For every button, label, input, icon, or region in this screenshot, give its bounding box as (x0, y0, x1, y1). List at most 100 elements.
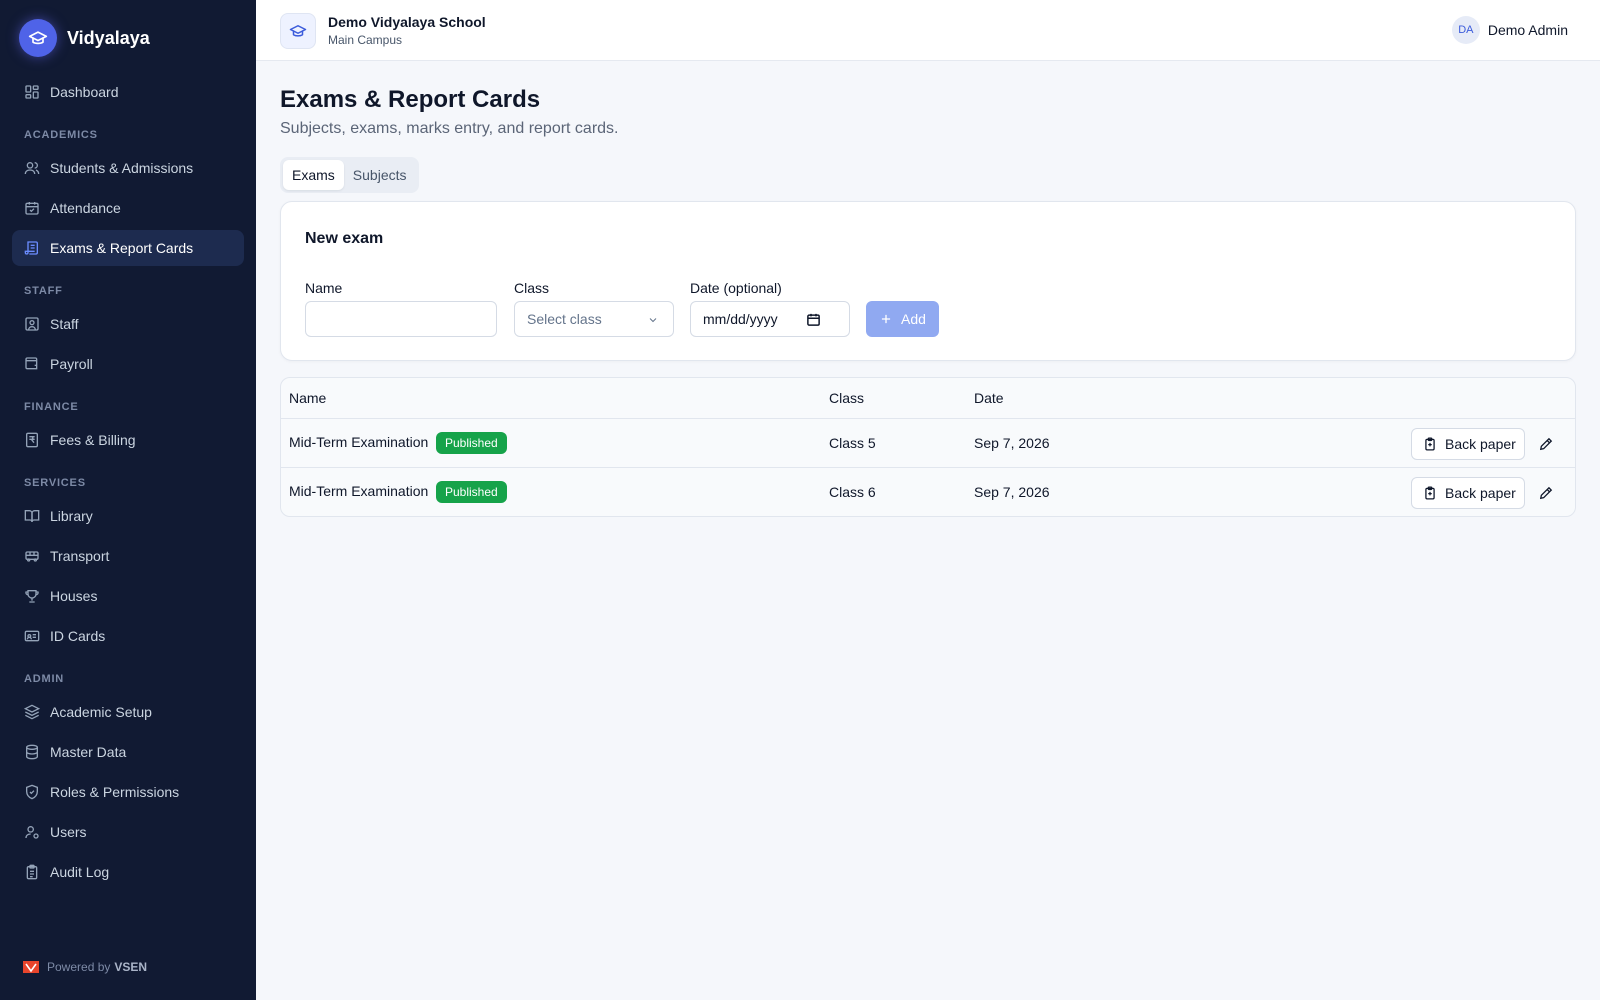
shield-icon (24, 784, 40, 800)
exam-date: Sep 7, 2026 (974, 435, 1050, 451)
powered-by-brand: VSEN (114, 960, 148, 974)
exam-class: Class 6 (829, 484, 876, 500)
back-paper-button[interactable]: Back paper (1411, 428, 1525, 460)
header-name: Name (289, 390, 327, 406)
name-label: Name (305, 280, 343, 296)
exam-name-input[interactable] (305, 301, 497, 337)
sidebar-item-label: Users (50, 824, 87, 840)
sidebar-item-payroll[interactable]: Payroll (12, 346, 244, 382)
dashboard-icon (24, 84, 40, 100)
tab-list: Exams Subjects (280, 157, 419, 193)
date-label: Date (optional) (690, 280, 782, 296)
add-button-label: Add (901, 311, 926, 327)
exams-table: Name Class Date Mid-Term Examination Pub… (280, 377, 1576, 517)
tab-exams[interactable]: Exams (283, 160, 344, 190)
sidebar-item-label: Dashboard (50, 84, 119, 100)
database-icon (24, 744, 40, 760)
section-label-staff: STAFF (24, 285, 63, 297)
pencil-icon[interactable] (1535, 482, 1557, 504)
calendar-icon[interactable] (806, 312, 821, 327)
user-name: Demo Admin (1487, 22, 1568, 38)
section-label-admin: ADMIN (24, 673, 65, 685)
school-logo-icon (280, 13, 316, 49)
exam-name: Mid-Term Examination (289, 483, 429, 499)
page-subtitle: Subjects, exams, marks entry, and report… (280, 120, 619, 137)
users-icon (24, 160, 40, 176)
sidebar-item-label: Exams & Report Cards (50, 240, 194, 256)
plus-icon (879, 312, 893, 326)
class-label: Class (514, 280, 550, 296)
rupee-receipt-icon (24, 432, 40, 448)
avatar: DA (1451, 16, 1480, 44)
exam-date-input[interactable]: mm/dd/yyyy (690, 301, 850, 337)
sidebar-item-label: Houses (50, 588, 98, 604)
page-title: Exams & Report Cards (280, 86, 541, 113)
back-paper-button[interactable]: Back paper (1411, 477, 1525, 509)
clipboard-plus-icon (1423, 437, 1437, 451)
brand-name: Vidyalaya (67, 27, 150, 48)
exam-class: Class 5 (829, 435, 876, 451)
sidebar-item-houses[interactable]: Houses (12, 578, 244, 614)
vsen-logo-icon (23, 961, 39, 973)
new-exam-card: New exam Name Class Select class Date (o… (280, 201, 1576, 361)
school-campus: Main Campus (328, 33, 403, 47)
status-badge: Published (436, 432, 507, 454)
school-name: Demo Vidyalaya School (328, 14, 486, 30)
sidebar-item-label: Library (50, 508, 93, 524)
header-class: Class (829, 390, 865, 406)
class-select-value: Select class (527, 311, 602, 327)
sidebar-item-label: Payroll (50, 356, 93, 372)
sidebar-nav: Dashboard ACADEMICS Students & Admission… (0, 74, 256, 894)
chevron-down-icon (649, 318, 657, 323)
sidebar-item-dashboard[interactable]: Dashboard (12, 74, 244, 110)
header-date: Date (974, 390, 1004, 406)
sidebar-item-label: Transport (50, 548, 110, 564)
brand[interactable]: Vidyalaya (19, 19, 150, 57)
back-paper-label: Back paper (1445, 485, 1516, 501)
sidebar-item-library[interactable]: Library (12, 498, 244, 534)
pencil-icon[interactable] (1535, 433, 1557, 455)
tab-subjects[interactable]: Subjects (344, 160, 416, 190)
powered-by: Powered by VSEN (23, 960, 147, 974)
add-exam-button[interactable]: Add (866, 301, 939, 337)
sidebar-item-audit-log[interactable]: Audit Log (12, 854, 244, 890)
sidebar-item-staff[interactable]: Staff (12, 306, 244, 342)
graduation-cap-icon (19, 19, 57, 57)
section-label-academics: ACADEMICS (24, 129, 98, 141)
class-select[interactable]: Select class (514, 301, 674, 337)
sidebar-item-roles[interactable]: Roles & Permissions (12, 774, 244, 810)
powered-by-prefix: Powered by (47, 960, 111, 974)
user-menu[interactable]: DA Demo Admin (1451, 16, 1568, 44)
date-placeholder: mm/dd/yyyy (703, 311, 778, 327)
sidebar-item-master-data[interactable]: Master Data (12, 734, 244, 770)
sidebar-item-label: ID Cards (50, 628, 106, 644)
sidebar-item-label: Roles & Permissions (50, 784, 180, 800)
table-row[interactable]: Mid-Term Examination Published Class 6 S… (281, 468, 1575, 516)
sidebar-item-academic-setup[interactable]: Academic Setup (12, 694, 244, 730)
sidebar-item-id-cards[interactable]: ID Cards (12, 618, 244, 654)
calendar-check-icon (24, 200, 40, 216)
exam-date: Sep 7, 2026 (974, 484, 1050, 500)
book-icon (24, 508, 40, 524)
back-paper-label: Back paper (1445, 436, 1516, 452)
bus-icon (24, 548, 40, 564)
sidebar-item-users[interactable]: Users (12, 814, 244, 850)
sidebar-item-label: Fees & Billing (50, 432, 136, 448)
sidebar-item-label: Master Data (50, 744, 127, 760)
section-label-finance: FINANCE (24, 401, 79, 413)
sidebar-item-transport[interactable]: Transport (12, 538, 244, 574)
sidebar-item-label: Audit Log (50, 864, 110, 880)
scroll-icon (24, 240, 40, 256)
sidebar-item-label: Students & Admissions (50, 160, 194, 176)
sidebar-item-label: Attendance (50, 200, 121, 216)
new-exam-title: New exam (305, 230, 384, 247)
sidebar-item-students[interactable]: Students & Admissions (12, 150, 244, 186)
sidebar-item-attendance[interactable]: Attendance (12, 190, 244, 226)
layers-icon (24, 704, 40, 720)
sidebar-item-fees[interactable]: Fees & Billing (12, 422, 244, 458)
sidebar-item-exams[interactable]: Exams & Report Cards (12, 230, 244, 266)
table-row[interactable]: Mid-Term Examination Published Class 5 S… (281, 419, 1575, 468)
exam-name: Mid-Term Examination (289, 434, 429, 450)
clipboard-list-icon (24, 864, 40, 880)
wallet-icon (24, 356, 40, 372)
